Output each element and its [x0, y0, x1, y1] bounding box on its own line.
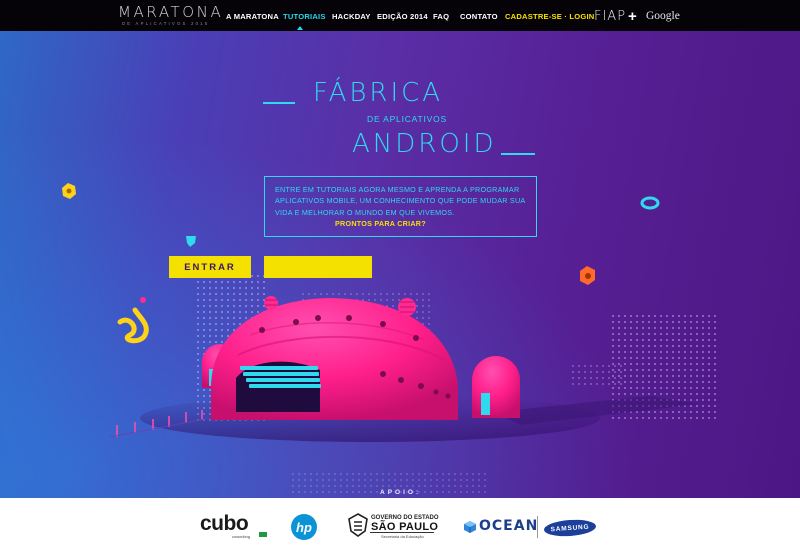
intro-text: ENTRE EM TUTORIAIS AGORA MESMO E APRENDA…: [275, 185, 526, 217]
google-logo[interactable]: Google: [646, 10, 680, 22]
yellow-spring: [117, 307, 149, 344]
intro-box: ENTRE EM TUTORIAIS AGORA MESMO E APRENDA…: [264, 176, 537, 237]
title-line-left: [263, 102, 295, 104]
nav-item-faq[interactable]: FAQ: [433, 12, 449, 21]
logo-title: MARATONA: [118, 3, 224, 21]
small-dome-right-door: [481, 393, 490, 415]
hp-logo-text: hp: [296, 519, 312, 535]
fiap-logo[interactable]: FIAP: [594, 9, 626, 24]
nav-item-edicao-2014[interactable]: EDIÇÃO 2014: [377, 12, 428, 21]
top-navbar: MARATONA DE APLICATIVOS 2015 A MARATONA …: [0, 0, 800, 31]
cyan-screw: [186, 236, 196, 247]
sao-paulo-crest-icon: [348, 513, 368, 537]
nav-item-signup-login[interactable]: CADASTRE-SE · LOGIN: [505, 12, 594, 21]
intro-cta: PRONTOS PARA CRIAR?: [335, 219, 426, 228]
hero-title-android: ANDROID: [352, 129, 497, 159]
maratona-logo[interactable]: MARATONA DE APLICATIVOS 2015: [118, 5, 223, 27]
hero-title-fabrica: FÁBRICA: [313, 78, 444, 108]
samsung-logo-text: SAMSUNG: [550, 523, 590, 533]
nav-item-tutoriais[interactable]: TUTORIAIS: [283, 12, 326, 21]
cyan-ring: [640, 196, 660, 210]
secondary-button[interactable]: [264, 256, 372, 278]
dome-antenna-left: [264, 296, 278, 310]
gov-line-3: Secretaria da Educação: [381, 534, 424, 539]
plus-sign: +: [628, 8, 637, 25]
sponsor-divider: [537, 516, 538, 538]
small-dome-right: [472, 356, 520, 418]
nav-item-a-maratona[interactable]: A MARATONA: [226, 12, 279, 21]
hp-logo[interactable]: hp: [291, 514, 317, 540]
cubo-tagline: coworking: [232, 534, 251, 539]
title-line-right: [501, 153, 535, 155]
active-nav-indicator: [297, 26, 303, 30]
nav-item-hackday[interactable]: HACKDAY: [332, 12, 371, 21]
cubo-logo[interactable]: cubo: [200, 512, 249, 536]
support-label: APOIO:: [380, 489, 422, 496]
enter-button[interactable]: ENTRAR: [169, 256, 251, 278]
ocean-logo[interactable]: OCEAN: [479, 518, 538, 534]
cubo-badge: [259, 532, 267, 537]
gov-divider: [370, 532, 434, 533]
logo-subtitle: DE APLICATIVOS 2015: [122, 21, 210, 26]
spring-tip: [140, 297, 146, 303]
nav-item-contato[interactable]: CONTATO: [460, 12, 498, 21]
ocean-cube-icon: [464, 521, 476, 533]
hero-title-aplicativos: DE APLICATIVOS: [367, 114, 448, 124]
